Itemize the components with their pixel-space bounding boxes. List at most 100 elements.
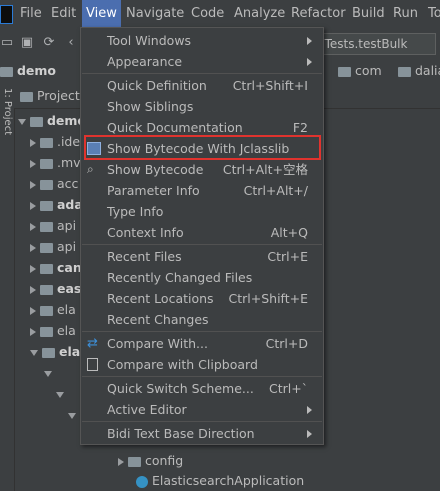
folder-icon (39, 137, 53, 148)
submenu-arrow-icon (307, 37, 312, 45)
tree-item[interactable]: ela (30, 344, 80, 359)
expand-arrow-icon (30, 327, 36, 336)
menu-item-label: Recent Changes (107, 312, 209, 327)
tree-expand-arrow[interactable] (68, 407, 76, 422)
tree-item-label: ada (56, 197, 83, 212)
menu-item-shortcut: Ctrl+E (267, 249, 308, 264)
expand-arrow-icon (30, 222, 36, 231)
tree-item-config[interactable]: config (118, 453, 183, 468)
tree-item-label: .ide (56, 134, 81, 149)
menu-navigate[interactable]: Navigate (122, 0, 188, 28)
expand-arrow-icon (30, 180, 36, 189)
menu-item-bidi-text-direction[interactable]: Bidi Text Base Direction (82, 423, 322, 444)
expand-arrow-icon (56, 391, 64, 398)
menu-analyze[interactable]: Analyze (230, 0, 289, 28)
menu-separator (82, 244, 322, 245)
expand-arrow-icon (30, 264, 36, 273)
menu-item-label: Type Info (107, 204, 164, 219)
menu-item-recent-changes[interactable]: Recent Changes (82, 309, 322, 330)
menu-item-quick-switch-scheme[interactable]: Quick Switch Scheme... Ctrl+` (82, 378, 322, 399)
run-configuration-select[interactable]: nTests.testBulk (312, 33, 436, 55)
menu-item-compare-clipboard[interactable]: Compare with Clipboard (82, 354, 322, 375)
folder-icon (398, 66, 411, 77)
menu-refactor[interactable]: Refactor (287, 0, 350, 28)
open-folder-icon[interactable]: ▭ (0, 36, 14, 50)
expand-arrow-icon (18, 118, 26, 125)
menu-item-quick-definition[interactable]: Quick Definition Ctrl+Shift+I (82, 75, 322, 96)
project-panel-title[interactable]: Project (20, 88, 80, 103)
tree-item[interactable]: can (30, 260, 82, 275)
tree-item[interactable]: .ide (30, 134, 80, 149)
menu-separator (82, 331, 322, 332)
tree-item[interactable]: .mv (30, 155, 81, 170)
expand-arrow-icon (30, 306, 36, 315)
submenu-arrow-icon (307, 406, 312, 414)
folder-icon (39, 179, 53, 190)
expand-arrow-icon (30, 349, 38, 356)
tree-expand-arrow[interactable] (44, 365, 52, 380)
folder-icon (39, 263, 53, 274)
nav-crumb-label: dalia (414, 63, 440, 78)
menu-item-compare-with[interactable]: ⇄ Compare With... Ctrl+D (82, 333, 322, 354)
class-icon (136, 475, 148, 488)
tree-item-label: acc (56, 176, 79, 191)
menu-item-context-info[interactable]: Context Info Alt+Q (82, 222, 322, 243)
folder-icon (41, 347, 55, 358)
tree-item-label: api (56, 239, 77, 254)
menu-item-shortcut: Ctrl+Alt+空格 (222, 162, 308, 177)
tree-item-label: can (56, 260, 82, 275)
menu-item-recent-locations[interactable]: Recent Locations Ctrl+Shift+E (82, 288, 322, 309)
menu-item-label: Active Editor (107, 402, 187, 417)
folder-icon (39, 326, 53, 337)
menu-item-recently-changed-files[interactable]: Recently Changed Files (82, 267, 322, 288)
nav-crumb-label: com (354, 63, 382, 78)
folder-icon (127, 456, 141, 467)
menu-run[interactable]: Run (389, 0, 422, 28)
menu-item-show-siblings[interactable]: Show Siblings (82, 96, 322, 117)
tree-item[interactable]: ada (30, 197, 83, 212)
menu-item-show-bytecode[interactable]: ⌕ Show Bytecode Ctrl+Alt+空格 (82, 159, 322, 180)
tree-item[interactable]: ela (30, 323, 76, 338)
menu-item-appearance[interactable]: Appearance (82, 51, 322, 72)
menu-item-tool-windows[interactable]: Tool Windows (82, 30, 322, 51)
menu-item-label: Tool Windows (107, 33, 192, 48)
menu-item-label: Context Info (107, 225, 184, 240)
nav-project[interactable]: demo (0, 63, 56, 78)
menu-item-type-info[interactable]: Type Info (82, 201, 322, 222)
menu-view[interactable]: View (82, 0, 121, 28)
sync-icon[interactable]: ⟳ (42, 36, 56, 50)
menu-item-label: Bidi Text Base Direction (107, 426, 255, 441)
menu-code[interactable]: Code (187, 0, 228, 28)
menu-item-active-editor[interactable]: Active Editor (82, 399, 322, 420)
menu-item-label: Recent Locations (107, 291, 214, 306)
tree-item-label: eas (56, 281, 82, 296)
folder-icon (39, 242, 53, 253)
expand-arrow-icon (44, 370, 52, 377)
tree-item-label: ela (58, 344, 81, 359)
menu-tools[interactable]: To (424, 0, 440, 28)
menu-item-label: Recently Changed Files (107, 270, 253, 285)
menu-file[interactable]: File (16, 0, 46, 28)
nav-crumb-dalia[interactable]: dalia (398, 63, 440, 78)
menu-build[interactable]: Build (348, 0, 389, 28)
tree-item[interactable]: api (30, 218, 76, 233)
back-icon[interactable]: ‹ (64, 36, 78, 50)
magnifier-icon: ⌕ (87, 162, 94, 176)
highlight-annotation (84, 135, 321, 160)
tree-item[interactable]: acc (30, 176, 78, 191)
tree-item[interactable]: ela (30, 302, 76, 317)
tree-expand-arrow[interactable] (56, 386, 64, 401)
tool-window-tab-project[interactable]: 1: Project (1, 88, 13, 158)
tree-item[interactable]: demo (18, 113, 86, 128)
menu-item-recent-files[interactable]: Recent Files Ctrl+E (82, 246, 322, 267)
menu-edit[interactable]: Edit (47, 0, 80, 28)
submenu-arrow-icon (307, 58, 312, 66)
tree-item[interactable]: api (30, 239, 76, 254)
nav-crumb-com[interactable]: com (338, 63, 382, 78)
menu-item-parameter-info[interactable]: Parameter Info Ctrl+Alt+/ (82, 180, 322, 201)
tree-item-elasticsearch-application[interactable]: ElasticsearchApplication (136, 473, 304, 488)
folder-icon (39, 305, 53, 316)
save-icon[interactable]: ▣ (20, 36, 34, 50)
tree-item[interactable]: eas (30, 281, 81, 296)
menu-item-label: Appearance (107, 54, 183, 69)
